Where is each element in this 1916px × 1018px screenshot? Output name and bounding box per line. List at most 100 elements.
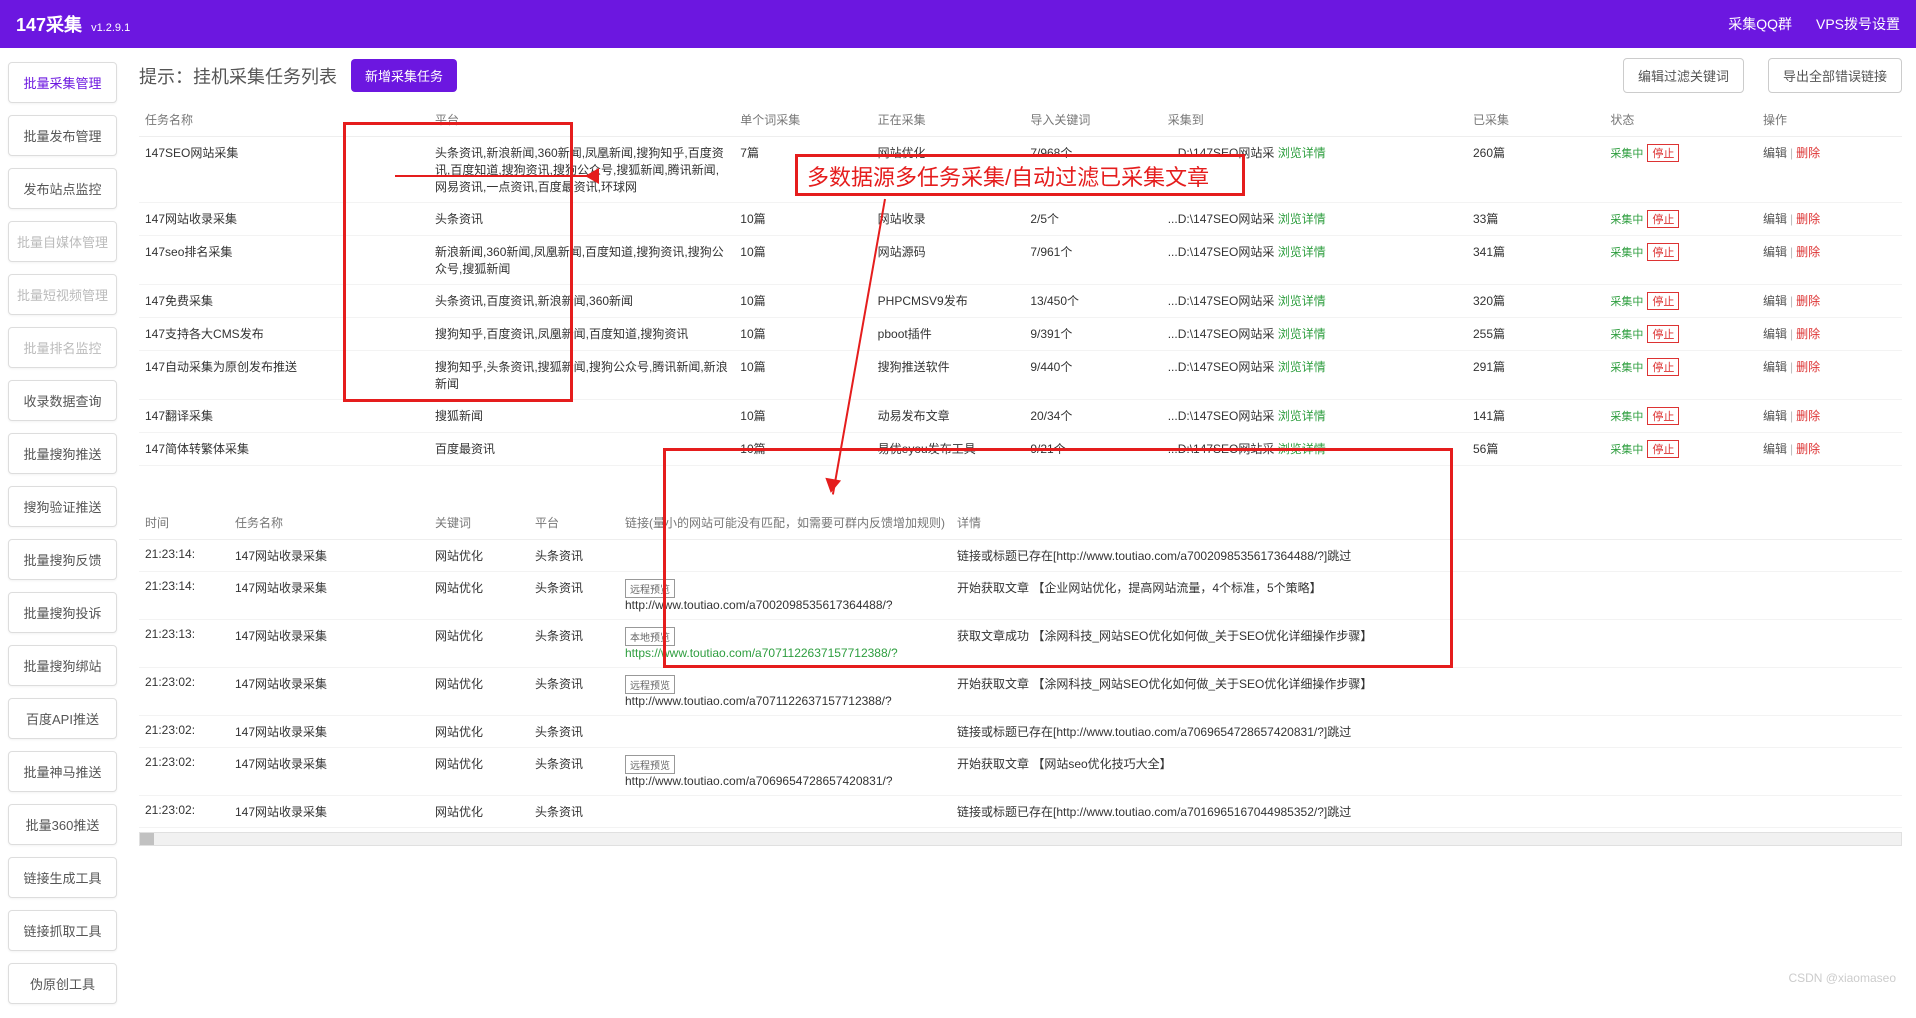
stop-button[interactable]: 停止 xyxy=(1647,292,1679,310)
cell-platform: 搜狗知乎,百度资讯,凤凰新闻,百度知道,搜狗资讯 xyxy=(429,318,734,351)
delete-link[interactable]: 删除 xyxy=(1796,327,1820,341)
cell-single: 10篇 xyxy=(734,285,871,318)
view-detail-link[interactable]: 浏览详情 xyxy=(1278,212,1326,226)
log-row: 21:23:02:147网站收录采集网站优化头条资讯远程预览http://www… xyxy=(139,668,1902,716)
th-platform: 平台 xyxy=(429,103,734,137)
sidebar-item-15[interactable]: 链接生成工具 xyxy=(8,857,117,898)
remote-preview-btn[interactable]: 远程预览 xyxy=(625,755,675,774)
edit-link[interactable]: 编辑 xyxy=(1763,409,1787,423)
view-detail-link[interactable]: 浏览详情 xyxy=(1278,327,1326,341)
edit-link[interactable]: 编辑 xyxy=(1763,360,1787,374)
task-row: 147支持各大CMS发布搜狗知乎,百度资讯,凤凰新闻,百度知道,搜狗资讯10篇p… xyxy=(139,318,1902,351)
cell-platform: 头条资讯 xyxy=(429,203,734,236)
cell-import: 7/968个 xyxy=(1024,137,1161,203)
sidebar-item-13[interactable]: 批量神马推送 xyxy=(8,751,117,792)
view-detail-link[interactable]: 浏览详情 xyxy=(1278,294,1326,308)
cell-log-task: 147网站收录采集 xyxy=(229,572,429,620)
view-detail-link[interactable]: 浏览详情 xyxy=(1278,360,1326,374)
cell-operation: 编辑|删除 xyxy=(1757,351,1902,400)
delete-link[interactable]: 删除 xyxy=(1796,212,1820,226)
stop-button[interactable]: 停止 xyxy=(1647,210,1679,228)
status-label: 采集中 xyxy=(1610,247,1643,259)
horizontal-scrollbar[interactable] xyxy=(139,832,1902,846)
delete-link[interactable]: 删除 xyxy=(1796,146,1820,160)
log-url[interactable]: http://www.toutiao.com/a7071122637157712… xyxy=(625,694,892,708)
sidebar-item-10[interactable]: 批量搜狗投诉 xyxy=(8,592,117,633)
link-vps-dial[interactable]: VPS拨号设置 xyxy=(1816,14,1900,34)
sidebar-item-16[interactable]: 链接抓取工具 xyxy=(8,910,117,951)
log-row: 21:23:02:147网站收录采集网站优化头条资讯远程预览http://www… xyxy=(139,748,1902,796)
task-row: 147翻译采集搜狐新闻10篇动易发布文章20/34个...D:\147SEO网站… xyxy=(139,400,1902,433)
edit-link[interactable]: 编辑 xyxy=(1763,245,1787,259)
delete-link[interactable]: 删除 xyxy=(1796,442,1820,456)
sidebar-item-9[interactable]: 批量搜狗反馈 xyxy=(8,539,117,580)
log-url[interactable]: https://www.toutiao.com/a707112263715771… xyxy=(625,646,898,660)
log-url[interactable]: http://www.toutiao.com/a7069654728657420… xyxy=(625,774,893,788)
page-title-row: 提示：挂机采集任务列表 新增采集任务 编辑过滤关键词 导出全部错误链接 xyxy=(139,58,1902,93)
cell-platform: 搜狗知乎,头条资讯,搜狐新闻,搜狗公众号,腾讯新闻,新浪新闻 xyxy=(429,351,734,400)
cell-log-task: 147网站收录采集 xyxy=(229,668,429,716)
cell-log-time: 21:23:02: xyxy=(139,748,229,796)
view-detail-link[interactable]: 浏览详情 xyxy=(1278,245,1326,259)
cell-status: 采集中停止 xyxy=(1604,137,1757,203)
sidebar-item-14[interactable]: 批量360推送 xyxy=(8,804,117,845)
edit-filter-button[interactable]: 编辑过滤关键词 xyxy=(1623,58,1744,93)
remote-preview-btn[interactable]: 远程预览 xyxy=(625,579,675,598)
delete-link[interactable]: 删除 xyxy=(1796,294,1820,308)
stop-button[interactable]: 停止 xyxy=(1647,144,1679,162)
cell-collected: 260篇 xyxy=(1467,137,1604,203)
view-detail-link[interactable]: 浏览详情 xyxy=(1278,146,1326,160)
sidebar-item-0[interactable]: 批量采集管理 xyxy=(8,62,117,103)
cell-operation: 编辑|删除 xyxy=(1757,433,1902,466)
view-detail-link[interactable]: 浏览详情 xyxy=(1278,409,1326,423)
remote-preview-btn[interactable]: 远程预览 xyxy=(625,675,675,694)
sidebar-item-1[interactable]: 批量发布管理 xyxy=(8,115,117,156)
th-log-time: 时间 xyxy=(139,506,229,540)
cell-log-keyword: 网站优化 xyxy=(429,620,529,668)
task-row: 147seo排名采集新浪新闻,360新闻,凤凰新闻,百度知道,搜狗资讯,搜狗公众… xyxy=(139,236,1902,285)
edit-link[interactable]: 编辑 xyxy=(1763,327,1787,341)
edit-link[interactable]: 编辑 xyxy=(1763,146,1787,160)
sidebar-item-11[interactable]: 批量搜狗绑站 xyxy=(8,645,117,686)
sidebar-item-8[interactable]: 搜狗验证推送 xyxy=(8,486,117,527)
stop-button[interactable]: 停止 xyxy=(1647,440,1679,458)
cell-log-time: 21:23:02: xyxy=(139,668,229,716)
cell-import: 20/34个 xyxy=(1024,400,1161,433)
sidebar-item-6[interactable]: 收录数据查询 xyxy=(8,380,117,421)
stop-button[interactable]: 停止 xyxy=(1647,243,1679,261)
cell-log-link xyxy=(619,796,951,828)
cell-single: 10篇 xyxy=(734,318,871,351)
sidebar-item-17[interactable]: 伪原创工具 xyxy=(8,963,117,1004)
link-qq-group[interactable]: 采集QQ群 xyxy=(1728,14,1792,34)
edit-link[interactable]: 编辑 xyxy=(1763,442,1787,456)
edit-link[interactable]: 编辑 xyxy=(1763,294,1787,308)
cell-collected: 33篇 xyxy=(1467,203,1604,236)
export-error-links-button[interactable]: 导出全部错误链接 xyxy=(1768,58,1902,93)
stop-button[interactable]: 停止 xyxy=(1647,325,1679,343)
cell-log-detail: 开始获取文章 【网站seo优化技巧大全】 xyxy=(951,748,1902,796)
sidebar-item-7[interactable]: 批量搜狗推送 xyxy=(8,433,117,474)
cell-task-name: 147SEO网站采集 xyxy=(139,137,429,203)
delete-link[interactable]: 删除 xyxy=(1796,360,1820,374)
cell-log-keyword: 网站优化 xyxy=(429,796,529,828)
cell-operation: 编辑|删除 xyxy=(1757,137,1902,203)
edit-link[interactable]: 编辑 xyxy=(1763,212,1787,226)
cell-log-link xyxy=(619,540,951,572)
new-task-button[interactable]: 新增采集任务 xyxy=(351,59,457,92)
stop-button[interactable]: 停止 xyxy=(1647,358,1679,376)
delete-link[interactable]: 删除 xyxy=(1796,245,1820,259)
cell-collecting: 搜狗推送软件 xyxy=(872,351,1025,400)
log-url[interactable]: http://www.toutiao.com/a7002098535617364… xyxy=(625,598,893,612)
cell-log-detail: 开始获取文章 【涂网科技_网站SEO优化如何做_关于SEO优化详细操作步骤】 xyxy=(951,668,1902,716)
delete-link[interactable]: 删除 xyxy=(1796,409,1820,423)
cell-log-time: 21:23:02: xyxy=(139,716,229,748)
th-log-task: 任务名称 xyxy=(229,506,429,540)
sidebar-item-12[interactable]: 百度API推送 xyxy=(8,698,117,739)
sidebar-item-2[interactable]: 发布站点监控 xyxy=(8,168,117,209)
view-detail-link[interactable]: 浏览详情 xyxy=(1278,442,1326,456)
local-preview-btn[interactable]: 本地预览 xyxy=(625,627,675,646)
stop-button[interactable]: 停止 xyxy=(1647,407,1679,425)
cell-log-link: 远程预览http://www.toutiao.com/a707112263715… xyxy=(619,668,951,716)
cell-collect-to: ...D:\147SEO网站采 浏览详情 xyxy=(1162,433,1467,466)
cell-collect-to: ...D:\147SEO网站采 浏览详情 xyxy=(1162,285,1467,318)
